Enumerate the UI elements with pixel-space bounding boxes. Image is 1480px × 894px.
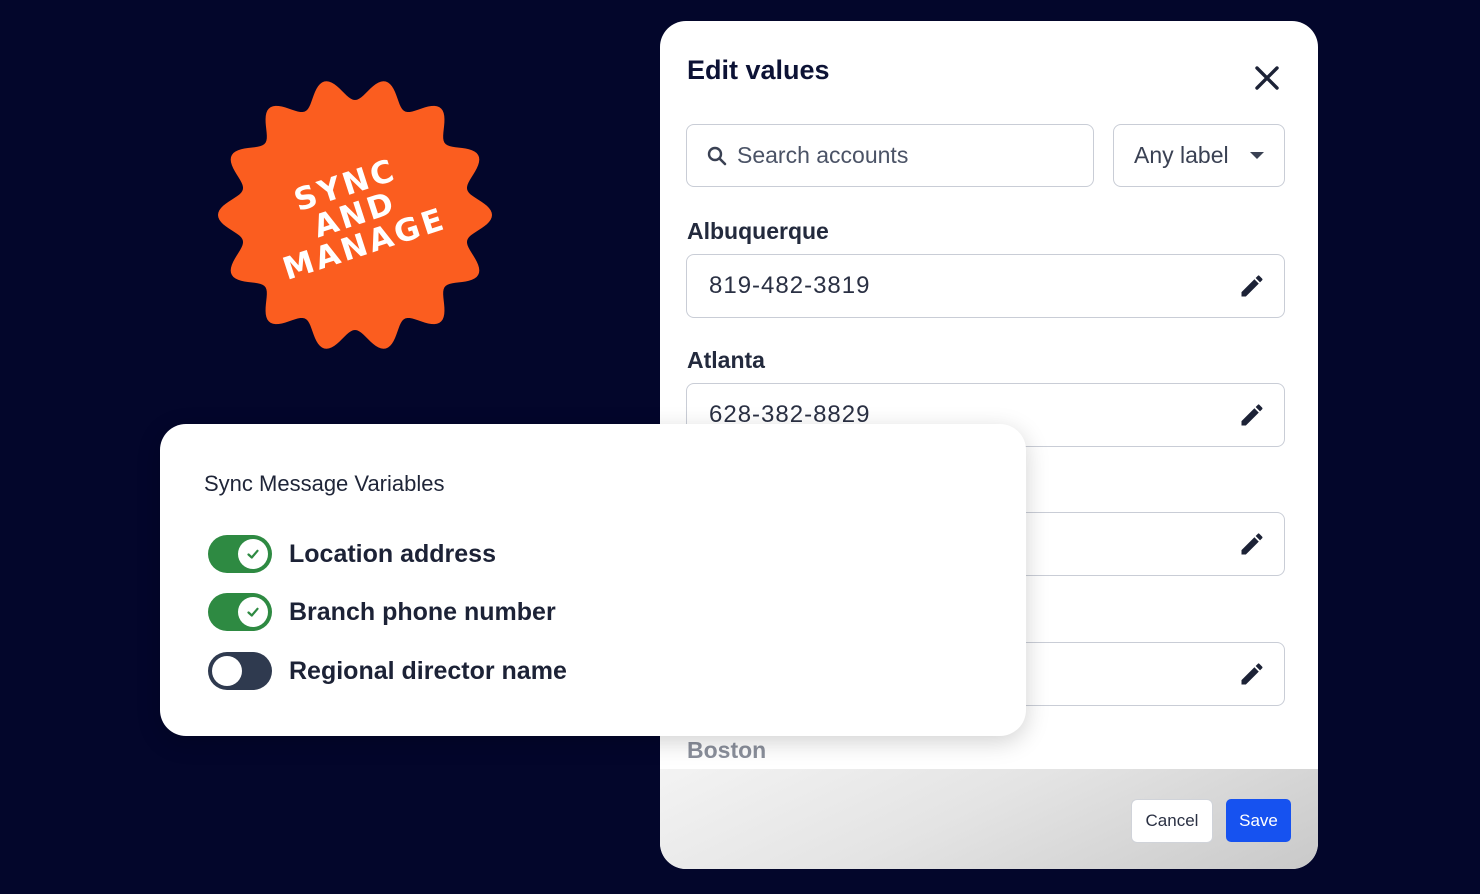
modal-title: Edit values (687, 55, 830, 85)
save-button[interactable]: Save (1226, 799, 1291, 842)
toggle-row-regional-director-name: Regional director name (208, 652, 567, 690)
search-icon (707, 146, 727, 165)
location-address-toggle[interactable] (208, 535, 272, 573)
search-box (686, 124, 1094, 187)
pencil-icon (1241, 663, 1263, 685)
check-icon (247, 607, 259, 617)
pencil-icon (1241, 404, 1263, 426)
close-icon (1255, 66, 1279, 90)
toggle-knob (238, 539, 268, 569)
branch-phone-number-toggle[interactable] (208, 593, 272, 631)
value-input-albuquerque[interactable] (707, 271, 1191, 301)
field-label-atlanta: Atlanta (687, 347, 765, 373)
regional-director-name-toggle[interactable] (208, 652, 272, 690)
close-button[interactable] (1252, 63, 1282, 93)
sync-and-manage-badge: SYNC AND MANAGE (214, 74, 496, 356)
toggle-label: Regional director name (289, 656, 567, 685)
toggle-knob (238, 597, 268, 627)
field-label-albuquerque: Albuquerque (687, 218, 829, 244)
toggle-label: Branch phone number (289, 597, 556, 626)
edit-button[interactable] (1238, 401, 1266, 429)
pencil-icon (1241, 533, 1263, 555)
label-filter-select[interactable]: Any label (1113, 124, 1285, 187)
modal-footer (660, 769, 1318, 869)
label-filter-value: Any label (1134, 142, 1229, 168)
sync-card-title: Sync Message Variables (204, 471, 445, 496)
toggle-knob (212, 656, 242, 686)
field-label-boston: Boston (687, 737, 767, 763)
edit-button[interactable] (1238, 530, 1266, 558)
pencil-icon (1241, 275, 1263, 297)
edit-button[interactable] (1238, 272, 1266, 300)
toggle-row-branch-phone-number: Branch phone number (208, 593, 556, 631)
search-input[interactable] (735, 141, 1079, 170)
chevron-down-icon (1250, 152, 1264, 159)
toggle-row-location-address: Location address (208, 535, 496, 573)
toggle-label: Location address (289, 539, 496, 568)
cancel-button[interactable]: Cancel (1131, 799, 1213, 843)
value-field-albuquerque (686, 254, 1285, 318)
check-icon (247, 549, 259, 559)
edit-button[interactable] (1238, 660, 1266, 688)
sync-message-variables-card: Sync Message Variables Location address … (160, 424, 1026, 736)
